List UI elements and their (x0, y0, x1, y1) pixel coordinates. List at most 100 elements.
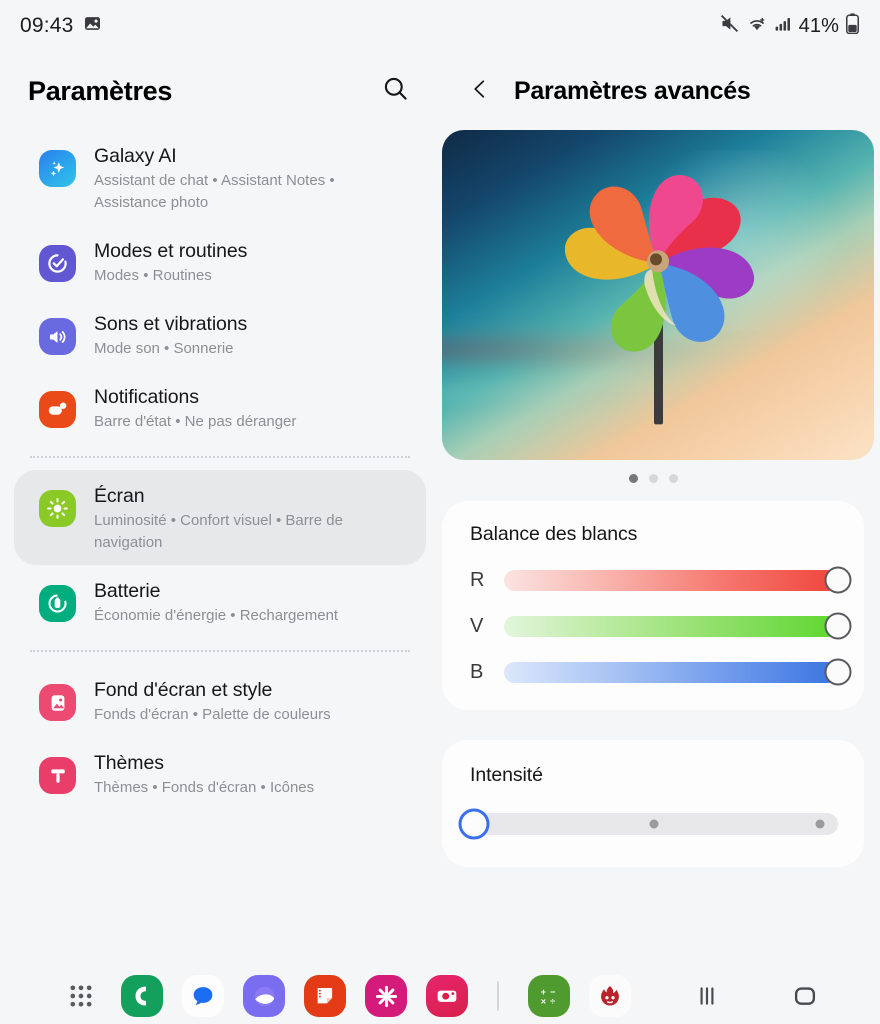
speaker-icon (39, 318, 76, 355)
slider-gradient-r (504, 569, 838, 591)
advanced-header: Paramètres avancés (440, 52, 880, 130)
taskbar-apps: + − × ÷ (60, 975, 631, 1017)
svg-text:−: − (550, 987, 555, 997)
slider-thumb-v[interactable] (824, 612, 852, 640)
slider-gradient-b (504, 661, 838, 683)
sidebar-item-title: Fond d'écran et style (94, 679, 273, 701)
camera-icon[interactable] (426, 975, 468, 1017)
intensity-tick-1 (649, 819, 659, 829)
sidebar-item-title: Batterie (94, 580, 161, 602)
settings-list-pane: Paramètres Galaxy AI Assistant de chat • (0, 52, 440, 968)
white-balance-slider-red[interactable]: R (470, 566, 852, 594)
sidebar-item-subtitle: Économie d'énergie • Rechargement (94, 607, 339, 624)
pinwheel-wallpaper-preview[interactable] (442, 130, 874, 460)
check-circle-icon (39, 245, 76, 282)
home-button[interactable] (787, 978, 823, 1014)
phone-screen: 09:43 41% Paramètres Galaxy AI Assistant… (0, 0, 880, 1024)
search-icon (382, 75, 409, 107)
white-balance-card: Balance des blancs R V B (442, 501, 864, 710)
intensity-thumb[interactable] (458, 808, 490, 840)
notes-icon[interactable] (304, 975, 346, 1017)
white-balance-slider-green[interactable]: V (470, 612, 852, 640)
sidebar-item-wallpaper-style[interactable]: Fond d'écran et style Fonds d'écran • Pa… (14, 664, 426, 737)
status-time: 09:43 (20, 14, 74, 37)
preview-pager[interactable] (442, 474, 864, 483)
messages-icon[interactable] (182, 975, 224, 1017)
calculator-icon[interactable]: + − × ÷ (528, 975, 570, 1017)
search-button[interactable] (374, 70, 416, 112)
white-balance-title: Balance des blancs (470, 523, 638, 545)
list-divider (30, 650, 410, 652)
sidebar-item-text: Écran Luminosité • Confort visuel • Barr… (94, 481, 394, 554)
sidebar-item-galaxy-ai[interactable]: Galaxy AI Assistant de chat • Assistant … (14, 130, 426, 225)
gallery-icon[interactable] (365, 975, 407, 1017)
pager-dot-2[interactable] (648, 474, 658, 483)
intensity-slider[interactable] (458, 808, 838, 840)
battery-icon (845, 13, 860, 39)
signal-bars-icon (774, 14, 793, 38)
sidebar-item-subtitle: Mode son • Sonnerie (94, 340, 234, 357)
pinwheel-graphic (564, 175, 755, 425)
sidebar-item-text: Modes et routines Modes • Routines (94, 236, 247, 287)
status-bar-right: 41% (719, 13, 860, 39)
sidebar-item-text: Notifications Barre d'état • Ne pas déra… (94, 382, 296, 433)
phone-icon[interactable] (121, 975, 163, 1017)
slider-track-r[interactable] (504, 566, 852, 594)
settings-items-list: Galaxy AI Assistant de chat • Assistant … (0, 130, 440, 810)
sidebar-item-battery[interactable]: Batterie Économie d'énergie • Rechargeme… (14, 565, 426, 638)
wifi-icon (746, 13, 768, 39)
recents-button[interactable] (689, 978, 725, 1014)
sidebar-item-subtitle: Luminosité • Confort visuel • Barre de n… (94, 512, 343, 551)
sidebar-item-text: Fond d'écran et style Fonds d'écran • Pa… (94, 675, 331, 726)
sidebar-item-modes-routines[interactable]: Modes et routines Modes • Routines (14, 225, 426, 298)
sidebar-item-notifications[interactable]: Notifications Barre d'état • Ne pas déra… (14, 371, 426, 444)
advanced-page-title: Paramètres avancés (514, 76, 751, 105)
white-balance-slider-blue[interactable]: B (470, 658, 852, 686)
sidebar-item-title: Sons et vibrations (94, 313, 248, 335)
slider-thumb-b[interactable] (824, 658, 852, 686)
advanced-settings-pane: Paramètres avancés Balance des blancs R … (440, 52, 880, 968)
slider-track-v[interactable] (504, 612, 852, 640)
slider-label-b: B (470, 660, 484, 683)
intensity-title: Intensité (470, 764, 543, 786)
sidebar-item-subtitle: Modes • Routines (94, 267, 212, 284)
sidebar-item-subtitle: Assistant de chat • Assistant Notes • As… (94, 172, 335, 211)
sidebar-item-themes[interactable]: Thèmes Thèmes • Fonds d'écran • Icônes (14, 737, 426, 810)
pager-dot-3[interactable] (668, 474, 678, 483)
navigation-bar (689, 978, 880, 1014)
sidebar-item-text: Galaxy AI Assistant de chat • Assistant … (94, 141, 394, 214)
chevron-left-icon (469, 76, 491, 107)
app-drawer-icon[interactable] (60, 975, 102, 1017)
slider-track-b[interactable] (504, 658, 852, 686)
taskbar-separator (497, 981, 499, 1011)
sidebar-item-subtitle: Fonds d'écran • Palette de couleurs (94, 706, 331, 723)
mute-icon (719, 13, 740, 39)
svg-text:×: × (541, 997, 546, 1007)
slider-gradient-v (504, 615, 838, 637)
image-icon (83, 14, 102, 38)
pager-dot-1[interactable] (628, 474, 638, 483)
battery-circle-icon (39, 585, 76, 622)
slider-label-r: R (470, 568, 485, 591)
svg-text:+: + (541, 987, 546, 997)
back-navigation-button[interactable] (466, 75, 494, 107)
sidebar-item-text: Batterie Économie d'énergie • Rechargeme… (94, 576, 338, 627)
sidebar-item-title: Notifications (94, 386, 199, 408)
sidebar-item-subtitle: Thèmes • Fonds d'écran • Icônes (94, 779, 315, 796)
slider-label-v: V (470, 614, 484, 637)
sidebar-item-title: Modes et routines (94, 240, 248, 262)
svg-text:÷: ÷ (550, 997, 555, 1007)
brightness-icon (39, 490, 76, 527)
sidebar-item-title: Thèmes (94, 752, 164, 774)
antutu-icon[interactable] (589, 975, 631, 1017)
wallpaper-icon (39, 684, 76, 721)
slider-thumb-r[interactable] (824, 566, 852, 594)
wallpaper-preview-section (440, 130, 880, 483)
sidebar-item-text: Sons et vibrations Mode son • Sonnerie (94, 309, 247, 360)
page-title: Paramètres (28, 75, 173, 106)
sidebar-item-sounds-vibration[interactable]: Sons et vibrations Mode son • Sonnerie (14, 298, 426, 371)
intensity-tick-2 (815, 819, 825, 829)
internet-icon[interactable] (243, 975, 285, 1017)
sidebar-item-display[interactable]: Écran Luminosité • Confort visuel • Barr… (14, 470, 426, 565)
split-panes: Paramètres Galaxy AI Assistant de chat • (0, 52, 880, 968)
